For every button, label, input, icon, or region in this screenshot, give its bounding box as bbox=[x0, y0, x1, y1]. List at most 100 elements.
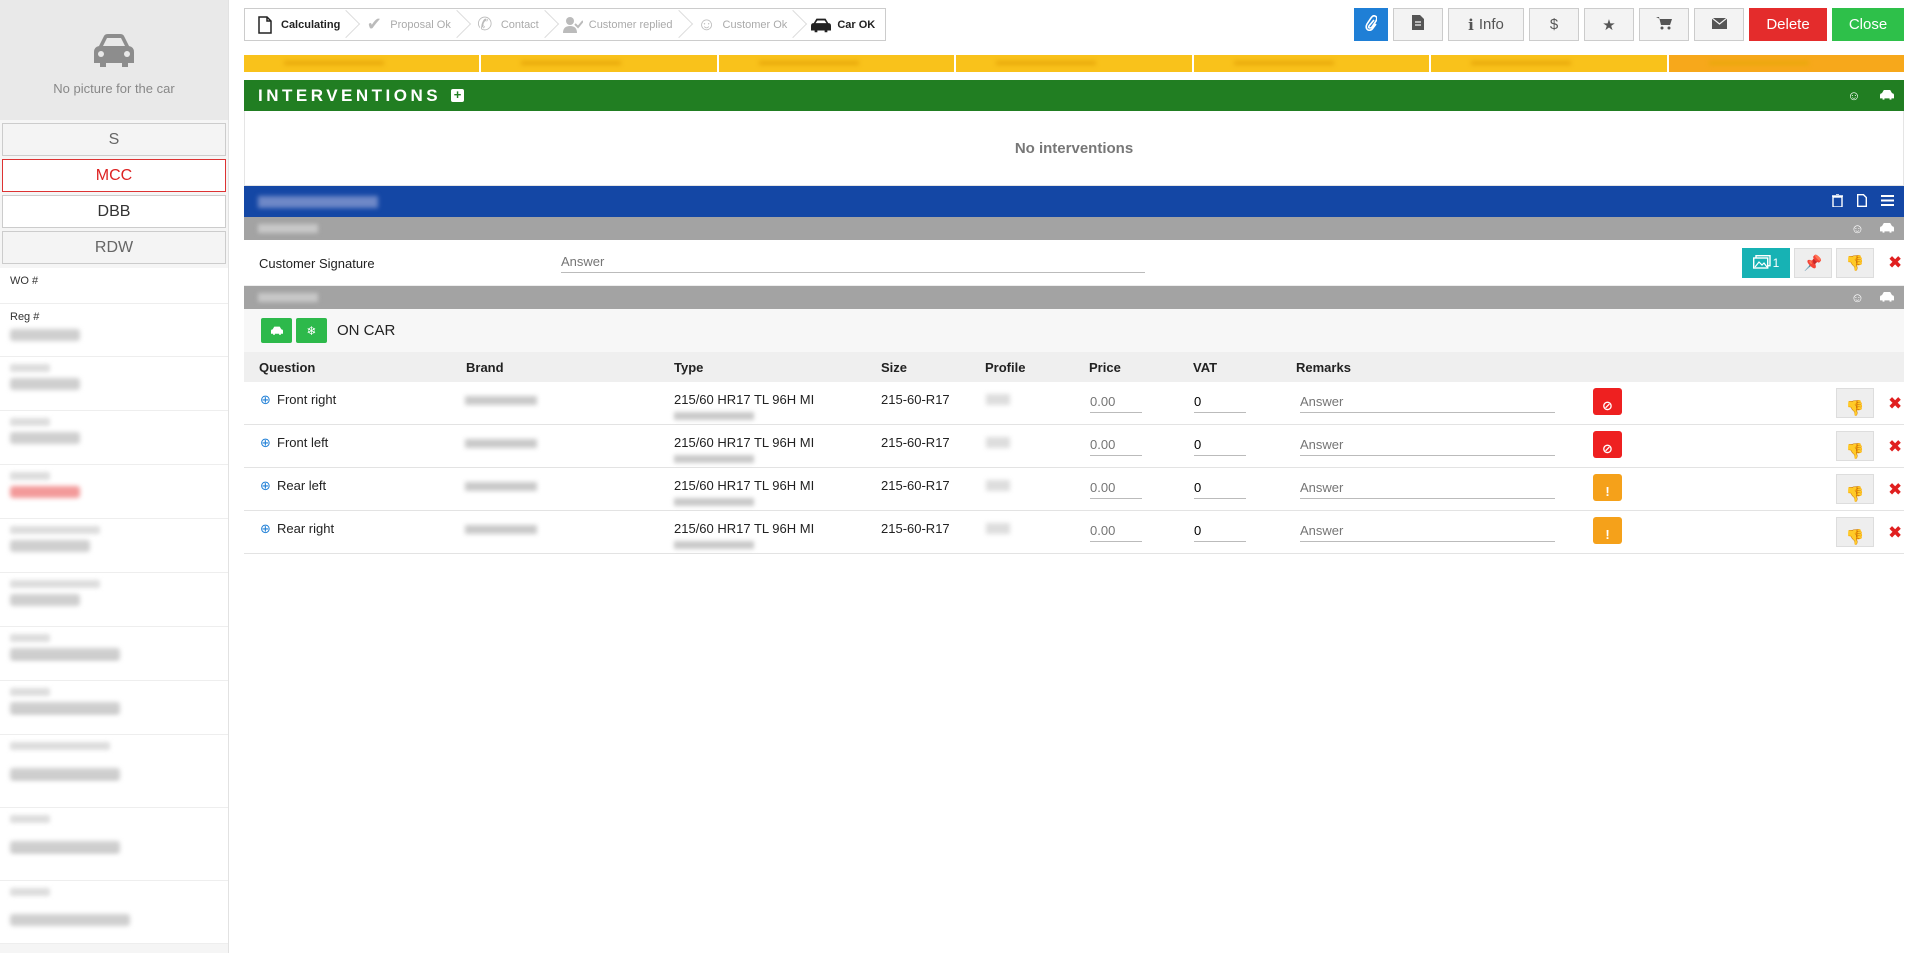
add-intervention-icon[interactable]: + bbox=[451, 88, 465, 102]
smile-icon[interactable]: ☺ bbox=[1851, 290, 1864, 305]
progress-segment bbox=[956, 55, 1194, 72]
step-customer-replied[interactable]: Customer replied bbox=[549, 9, 693, 40]
remove-icon[interactable]: ✖ bbox=[1888, 523, 1902, 543]
remarks-input[interactable] bbox=[1300, 520, 1555, 542]
code-button-dbb[interactable]: DBB bbox=[2, 195, 226, 228]
info-field[interactable] bbox=[0, 881, 228, 944]
progress-segment bbox=[1431, 55, 1669, 72]
smile-icon[interactable]: ☺ bbox=[1847, 88, 1864, 103]
thumbs-down-icon: 👎 bbox=[1845, 486, 1865, 503]
info-field[interactable] bbox=[0, 627, 228, 681]
images-icon bbox=[1752, 254, 1771, 272]
status-badge[interactable]: ! bbox=[1593, 517, 1622, 544]
remove-icon[interactable]: ✖ bbox=[1888, 480, 1902, 500]
table-row: ⊕ Front left 215/60 HR17 TL 96H MI 215-6… bbox=[244, 425, 1904, 468]
price-button[interactable]: $ bbox=[1529, 8, 1579, 41]
remove-icon[interactable]: ✖ bbox=[1888, 253, 1902, 273]
car-icon[interactable] bbox=[1880, 221, 1894, 236]
info-button[interactable]: i Info bbox=[1448, 8, 1524, 41]
info-field[interactable] bbox=[0, 681, 228, 735]
email-button[interactable] bbox=[1694, 8, 1744, 41]
status-badge[interactable]: ⊘ bbox=[1593, 388, 1622, 415]
expand-icon[interactable]: ⊕ bbox=[260, 478, 271, 494]
step-customer-ok[interactable]: ☺ Customer Ok bbox=[683, 9, 808, 40]
remarks-input[interactable] bbox=[1300, 477, 1555, 499]
table-row: ⊕ Front right 215/60 HR17 TL 96H MI 215-… bbox=[244, 382, 1904, 425]
photos-button[interactable]: 1 bbox=[1742, 248, 1790, 278]
car-icon bbox=[811, 15, 832, 35]
cart-icon bbox=[1656, 16, 1672, 34]
reject-button[interactable]: 👎 bbox=[1836, 248, 1874, 278]
code-button-mcc[interactable]: MCC bbox=[2, 159, 226, 192]
close-button[interactable]: Close bbox=[1832, 8, 1904, 41]
col-brand: Brand bbox=[466, 360, 504, 375]
price-input[interactable] bbox=[1090, 434, 1142, 456]
cart-button[interactable] bbox=[1639, 8, 1689, 41]
attach-button[interactable] bbox=[1354, 8, 1388, 41]
price-input[interactable] bbox=[1090, 520, 1142, 542]
top-bar: Calculating ✔ Proposal Ok ✆ Contact Cust… bbox=[244, 8, 1904, 42]
remove-icon[interactable]: ✖ bbox=[1888, 437, 1902, 457]
wo-field[interactable]: WO # bbox=[0, 268, 228, 304]
smile-icon[interactable]: ☺ bbox=[1851, 221, 1864, 236]
document-icon bbox=[1412, 15, 1424, 34]
warning-icon: ! bbox=[1605, 527, 1610, 542]
status-badge[interactable]: ⊘ bbox=[1593, 431, 1622, 458]
remarks-input[interactable] bbox=[1300, 434, 1555, 456]
thumbs-down-icon: 👎 bbox=[1845, 400, 1865, 417]
remove-icon[interactable]: ✖ bbox=[1888, 394, 1902, 414]
car-icon[interactable] bbox=[1880, 88, 1894, 103]
signature-answer-input[interactable] bbox=[561, 251, 1145, 273]
menu-icon[interactable] bbox=[1881, 194, 1894, 209]
info-field[interactable] bbox=[0, 573, 228, 627]
reject-button[interactable]: 👎 bbox=[1836, 388, 1874, 418]
document-button[interactable] bbox=[1393, 8, 1443, 41]
code-button-s[interactable]: S bbox=[2, 123, 226, 156]
code-button-rdw[interactable]: RDW bbox=[2, 231, 226, 264]
vat-input[interactable] bbox=[1194, 477, 1246, 499]
info-icon: i bbox=[1468, 15, 1474, 34]
dollar-icon: $ bbox=[1549, 16, 1559, 33]
step-calculating[interactable]: Calculating bbox=[245, 9, 361, 40]
price-input[interactable] bbox=[1090, 391, 1142, 413]
expand-icon[interactable]: ⊕ bbox=[260, 521, 271, 537]
info-field[interactable] bbox=[0, 465, 228, 519]
vat-input[interactable] bbox=[1194, 434, 1246, 456]
step-contact[interactable]: ✆ Contact bbox=[461, 9, 559, 40]
envelope-icon bbox=[1711, 16, 1727, 33]
vat-input[interactable] bbox=[1194, 520, 1246, 542]
remarks-input[interactable] bbox=[1300, 391, 1555, 413]
checklist-header bbox=[244, 186, 1904, 217]
trash-icon[interactable] bbox=[1832, 192, 1843, 210]
delete-button[interactable]: Delete bbox=[1749, 8, 1827, 41]
paperclip-icon bbox=[1365, 14, 1378, 35]
car-icon bbox=[270, 324, 283, 338]
pin-button[interactable]: 📌 bbox=[1794, 248, 1832, 278]
car-icon[interactable] bbox=[1880, 290, 1894, 305]
vat-input[interactable] bbox=[1194, 391, 1246, 413]
price-input[interactable] bbox=[1090, 477, 1142, 499]
expand-icon[interactable]: ⊕ bbox=[260, 435, 271, 451]
info-field[interactable] bbox=[0, 411, 228, 465]
reg-field[interactable]: Reg # bbox=[0, 304, 228, 357]
date-field[interactable] bbox=[0, 808, 228, 881]
info-field[interactable] bbox=[0, 357, 228, 411]
expand-icon[interactable]: ⊕ bbox=[260, 392, 271, 408]
col-profile: Profile bbox=[985, 360, 1026, 375]
status-badge[interactable]: ! bbox=[1593, 474, 1622, 501]
reject-button[interactable]: 👎 bbox=[1836, 474, 1874, 504]
step-car-ok[interactable]: Car OK bbox=[797, 9, 885, 40]
table-row: ⊕ Rear left 215/60 HR17 TL 96H MI 215-60… bbox=[244, 468, 1904, 511]
info-field[interactable] bbox=[0, 519, 228, 573]
car-toggle-button[interactable] bbox=[261, 318, 292, 343]
step-proposal-ok[interactable]: ✔ Proposal Ok bbox=[350, 9, 471, 40]
reject-button[interactable]: 👎 bbox=[1836, 431, 1874, 461]
progress-segment bbox=[244, 55, 482, 72]
no-interventions-text: No interventions bbox=[244, 111, 1904, 186]
reject-button[interactable]: 👎 bbox=[1836, 517, 1874, 547]
favorite-button[interactable]: ★ bbox=[1584, 8, 1634, 41]
date-field[interactable] bbox=[0, 735, 228, 808]
pdf-icon[interactable] bbox=[1857, 193, 1867, 210]
col-remarks: Remarks bbox=[1296, 360, 1351, 375]
winter-toggle-button[interactable]: ❄ bbox=[296, 318, 327, 343]
